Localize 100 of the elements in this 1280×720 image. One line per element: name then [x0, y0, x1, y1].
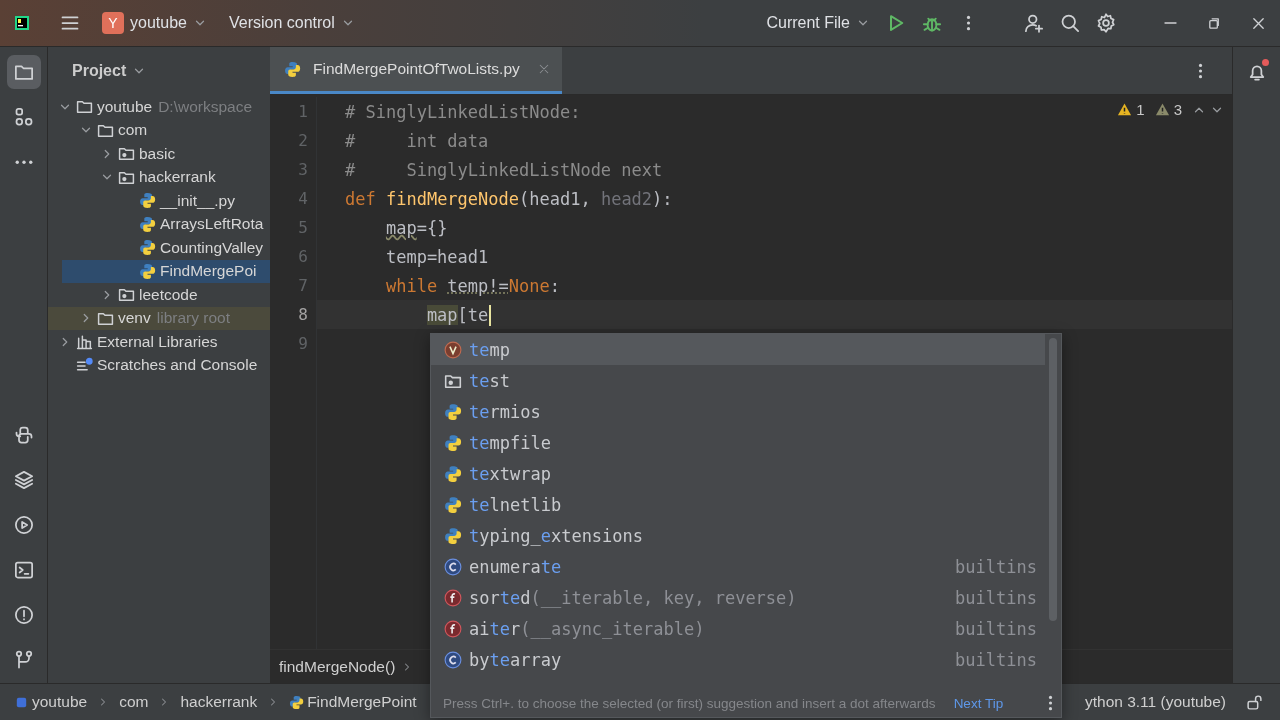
python-icon: [139, 239, 156, 257]
interpreter-selector[interactable]: ython 3.11 (youtube): [1084, 693, 1226, 711]
tree-item[interactable]: __init__.py: [48, 189, 270, 213]
line-number: 3: [297, 159, 308, 181]
code-line: temp=head1: [385, 245, 489, 268]
breadcrumb-item[interactable]: FindMergePoint: [289, 693, 417, 711]
warning-icon[interactable]: [1154, 102, 1170, 117]
tree-item[interactable]: External Libraries: [48, 330, 270, 354]
source-label: builtins: [955, 618, 1037, 639]
class-icon: [444, 650, 462, 669]
code-line: # int data: [345, 129, 489, 152]
completion-item[interactable]: bytearray builtins: [431, 644, 1045, 675]
source-label: builtins: [955, 556, 1037, 577]
tree-item[interactable]: youtube D:\workspace: [48, 95, 270, 119]
code-line: # SinglyLinkedListNode next: [345, 158, 663, 181]
project-switcher[interactable]: Y youtube: [94, 7, 215, 39]
python-icon: [444, 526, 462, 545]
completion-item[interactable]: aite r(__async_iterable) builtins: [431, 613, 1045, 644]
libraries-icon: [76, 333, 93, 351]
class-icon: [444, 557, 462, 576]
project-tool-button[interactable]: [6, 55, 41, 89]
tree-item[interactable]: ArraysLeftRota: [48, 212, 270, 236]
function-icon: [444, 588, 462, 607]
completion-item[interactable]: telnetlib: [431, 489, 1045, 520]
tree-item[interactable]: com: [48, 118, 270, 142]
read-only-toggle-icon: [1245, 693, 1263, 711]
minimize-icon: [1163, 21, 1177, 25]
tree-item[interactable]: basic: [48, 142, 270, 166]
settings-icon: [1096, 13, 1116, 33]
tab-options-icon: [1197, 61, 1203, 80]
view-mode-dropdown[interactable]: Project: [64, 55, 155, 87]
layers-tool-icon: [13, 470, 34, 490]
tree-item[interactable]: venv library root: [48, 306, 270, 330]
completion-item[interactable]: typing_extensions: [431, 520, 1045, 551]
completion-item[interactable]: tempfile: [431, 427, 1045, 458]
variable-icon: [444, 340, 462, 359]
problems-icon: [13, 605, 34, 625]
python-icon: [444, 402, 462, 421]
search-icon: [1060, 13, 1080, 33]
line-number: 5: [297, 217, 308, 239]
code-line: map={}: [385, 216, 448, 239]
completion-item[interactable]: test: [431, 365, 1045, 396]
code-line: map[te: [426, 303, 489, 326]
completion-item[interactable]: enumerate builtins: [431, 551, 1045, 582]
python-icon: [444, 464, 462, 483]
completion-item[interactable]: textwrap: [431, 458, 1045, 489]
python-icon: [284, 60, 301, 78]
package-folder-icon: [118, 145, 135, 163]
completion-item[interactable]: temp: [431, 334, 1045, 365]
editor-tab[interactable]: FindMergePointOfTwoLists.py: [270, 47, 562, 94]
python-icon: [444, 495, 462, 514]
python-icon: [139, 262, 156, 280]
app-logo-icon: [14, 15, 30, 31]
breadcrumb-item[interactable]: findMergeNode(): [279, 657, 396, 676]
completion-item[interactable]: sorted(__iterable, key, reverse) builtins: [431, 582, 1045, 613]
hint-text: Press Ctrl+. to choose the selected (or first) suggestion and insert a dot afterwards: [443, 695, 936, 711]
completion-item[interactable]: termios: [431, 396, 1045, 427]
function-icon: [444, 619, 462, 638]
breadcrumb-item[interactable]: youtube: [14, 693, 88, 711]
add-user-icon: [1024, 13, 1044, 33]
line-number: 1: [297, 101, 308, 123]
line-number: 9: [297, 333, 308, 355]
code-line: # SinglyLinkedListNode:: [345, 100, 581, 123]
source-label: builtins: [955, 649, 1037, 670]
project-name: youtube: [130, 14, 187, 32]
git-icon: [13, 650, 34, 670]
tree-item[interactable]: hackerrank: [48, 165, 270, 189]
tree-item[interactable]: Scratches and Console: [48, 353, 270, 377]
python-icon: [139, 215, 156, 233]
code-line: while temp!=None:: [385, 274, 560, 297]
restore-icon: [1206, 15, 1222, 31]
vcs-menu-button[interactable]: Version control: [220, 7, 363, 39]
package-folder-icon: [118, 286, 135, 304]
project-badge: Y: [102, 12, 124, 34]
breadcrumb-item[interactable]: hackerrank: [180, 693, 258, 711]
breadcrumb-item[interactable]: com: [119, 693, 149, 711]
code-line: def findMergeNode(head1, head2):: [345, 187, 673, 210]
folder-icon: [76, 98, 93, 116]
services-icon: [13, 515, 34, 535]
line-number: 6: [297, 246, 308, 268]
tree-item[interactable]: CountingValley: [48, 236, 270, 260]
python-console-icon: [13, 425, 34, 445]
line-number: 7: [297, 275, 308, 297]
popup-options-icon: [1047, 694, 1053, 712]
warning-count[interactable]: 3: [1173, 101, 1182, 118]
warning-icon[interactable]: [1117, 102, 1133, 117]
run-configuration-button[interactable]: Current File: [758, 7, 878, 39]
scrollbar[interactable]: [1049, 338, 1057, 621]
warning-count[interactable]: 1: [1136, 101, 1145, 118]
close-icon: [1250, 15, 1266, 31]
python-icon: [289, 694, 305, 710]
structure-tool-icon: [13, 107, 34, 127]
more-icon: [965, 14, 971, 32]
python-icon: [139, 192, 156, 210]
source-label: builtins: [955, 587, 1037, 608]
python-icon: [444, 433, 462, 452]
tree-item[interactable]: leetcode: [48, 283, 270, 307]
terminal-icon: [13, 560, 34, 580]
line-number: 8: [297, 304, 308, 326]
line-number: 2: [297, 130, 308, 152]
